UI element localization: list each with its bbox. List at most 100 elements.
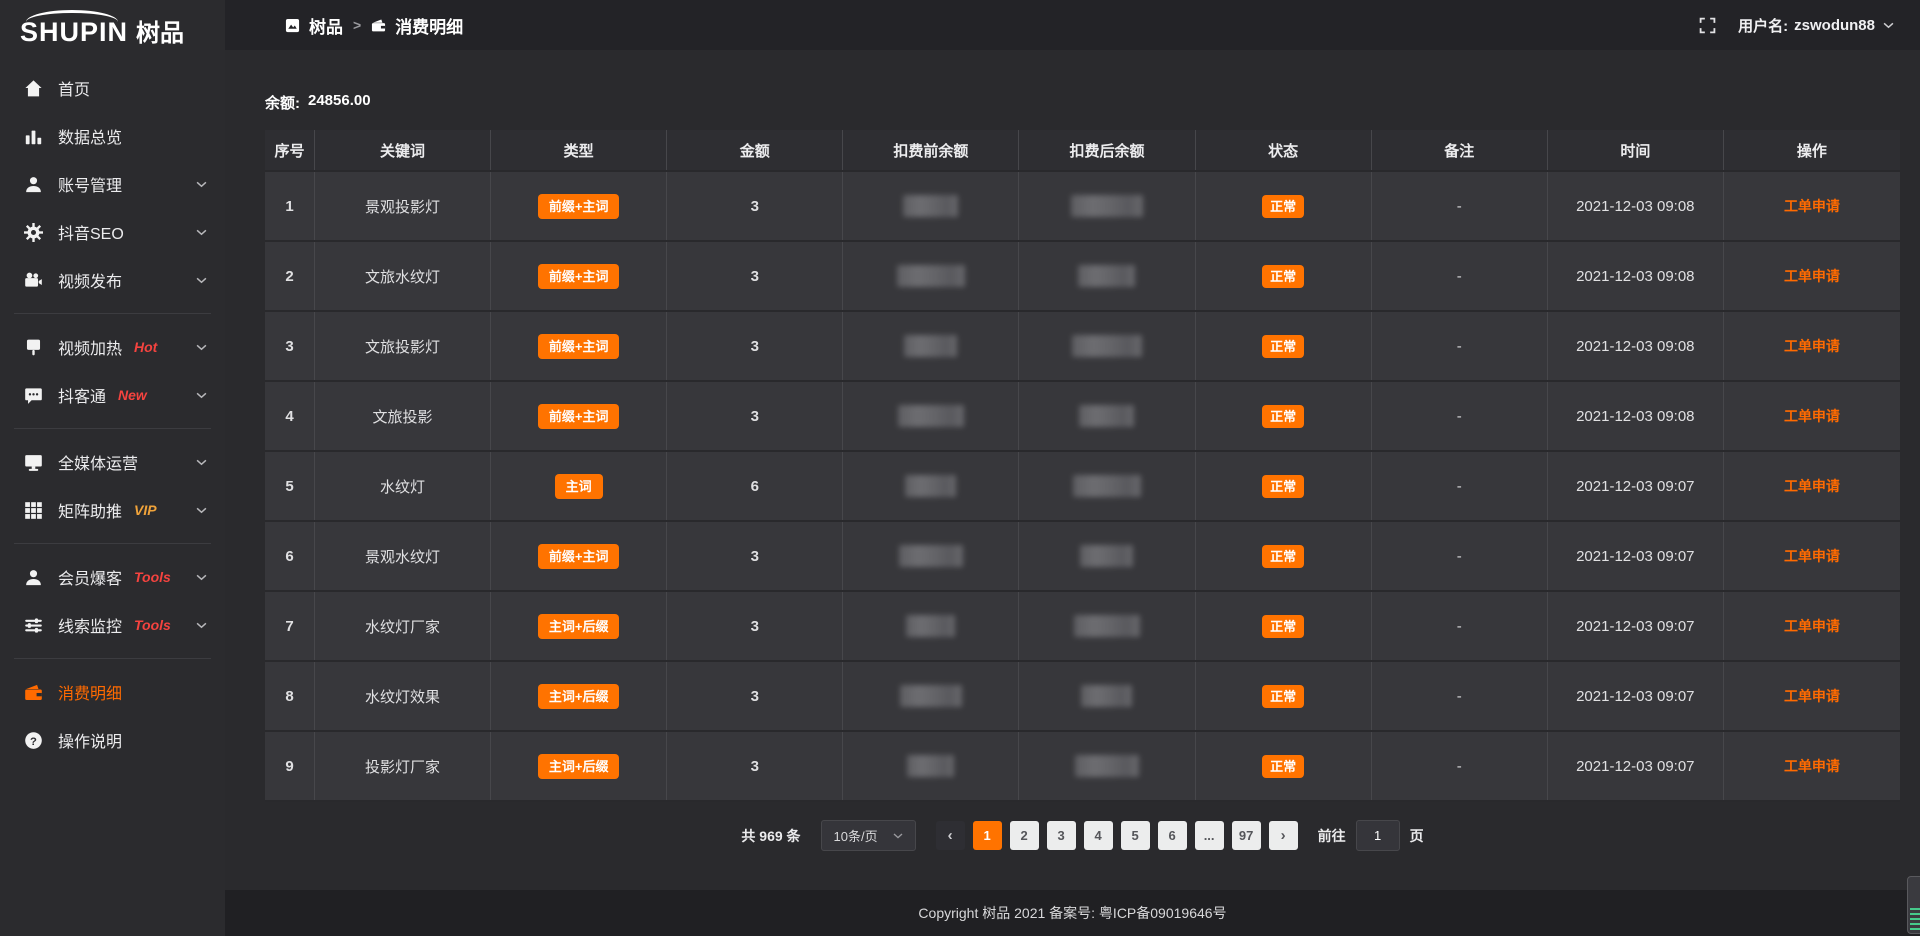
floating-widget[interactable] [1907, 876, 1920, 934]
table-row: 6景观水纹灯前缀+主词3正常-2021-12-03 09:07工单申请 [265, 522, 1900, 592]
column-header: 序号 [265, 130, 315, 170]
cell-keyword: 水纹灯效果 [315, 662, 491, 730]
cell-index: 4 [265, 382, 315, 450]
cell-redacted-balance [843, 452, 1019, 520]
page-button[interactable]: 6 [1158, 821, 1187, 850]
page-button[interactable]: 1 [973, 821, 1002, 850]
sidebar-item[interactable]: 线索监控Tools [0, 601, 225, 649]
redacted-value [1078, 265, 1135, 287]
next-page-button[interactable]: › [1269, 821, 1298, 850]
cell-amount: 3 [667, 312, 843, 380]
ticket-request-link[interactable]: 工单申请 [1784, 336, 1840, 356]
user-menu[interactable]: 用户名: zswodun88 [1738, 15, 1894, 36]
cell-action: 工单申请 [1724, 172, 1900, 240]
redacted-value [1075, 755, 1139, 777]
redacted-value [900, 685, 962, 707]
sidebar-item[interactable]: 全媒体运营 [0, 438, 225, 486]
cell-time: 2021-12-03 09:07 [1548, 452, 1724, 520]
ticket-request-link[interactable]: 工单申请 [1784, 196, 1840, 216]
ticket-request-link[interactable]: 工单申请 [1784, 616, 1840, 636]
chevron-down-icon [893, 833, 903, 839]
cell-type: 主词+后缀 [491, 592, 667, 660]
ticket-request-link[interactable]: 工单申请 [1784, 406, 1840, 426]
sidebar-item-label: 账号管理 [58, 172, 122, 196]
sidebar-item[interactable]: 消费明细 [0, 668, 225, 716]
cell-amount: 3 [667, 522, 843, 590]
cell-keyword: 文旅投影 [315, 382, 491, 450]
column-header: 类型 [491, 130, 667, 170]
table-row: 4文旅投影前缀+主词3正常-2021-12-03 09:08工单申请 [265, 382, 1900, 452]
page-ellipsis-button[interactable]: ... [1195, 821, 1224, 850]
sidebar-item[interactable]: 视频发布 [0, 256, 225, 304]
sidebar-item[interactable]: 数据总览 [0, 112, 225, 160]
goto-page: 前往 页 [1318, 820, 1424, 851]
cell-status: 正常 [1196, 242, 1372, 310]
sidebar-item-badge: VIP [134, 502, 157, 518]
redacted-value [1073, 475, 1141, 497]
breadcrumb-current[interactable]: 消费明细 [371, 13, 463, 38]
ticket-request-link[interactable]: 工单申请 [1784, 266, 1840, 286]
sidebar-item[interactable]: 矩阵助推VIP [0, 486, 225, 534]
redacted-value [1080, 545, 1133, 567]
logo-text-en: SHUPIN [20, 19, 128, 46]
page-size-select[interactable]: 10条/页 [821, 820, 916, 851]
consumption-table: 序号关键词类型金额扣费前余额扣费后余额状态备注时间操作1景观投影灯前缀+主词3正… [265, 130, 1900, 802]
cell-amount: 3 [667, 662, 843, 730]
cell-note: - [1372, 732, 1548, 800]
redacted-value [897, 265, 965, 287]
sidebar-item[interactable]: ?操作说明 [0, 716, 225, 764]
ticket-request-link[interactable]: 工单申请 [1784, 686, 1840, 706]
cell-status: 正常 [1196, 522, 1372, 590]
page-button[interactable]: 5 [1121, 821, 1150, 850]
page-unit-label: 页 [1410, 826, 1424, 846]
question-icon: ? [24, 731, 43, 750]
cell-amount: 3 [667, 382, 843, 450]
sidebar-divider [14, 428, 211, 429]
chevron-down-icon [196, 459, 207, 466]
page-button[interactable]: 97 [1232, 821, 1261, 850]
ticket-request-link[interactable]: 工单申请 [1784, 756, 1840, 776]
cell-time: 2021-12-03 09:07 [1548, 662, 1724, 730]
status-badge: 正常 [1262, 755, 1304, 778]
sidebar-item[interactable]: 抖音SEO [0, 208, 225, 256]
type-badge: 前缀+主词 [538, 334, 620, 359]
chevron-down-icon [196, 344, 207, 351]
cell-amount: 3 [667, 732, 843, 800]
username-label: 用户名: [1738, 15, 1788, 36]
cell-note: - [1372, 312, 1548, 380]
page-button[interactable]: 2 [1010, 821, 1039, 850]
cell-time: 2021-12-03 09:08 [1548, 312, 1724, 380]
sidebar-item[interactable]: 账号管理 [0, 160, 225, 208]
sidebar-item[interactable]: 会员爆客Tools [0, 553, 225, 601]
cell-action: 工单申请 [1724, 312, 1900, 380]
chevron-down-icon [196, 181, 207, 188]
prev-page-button[interactable]: ‹ [936, 821, 965, 850]
chevron-down-icon [196, 507, 207, 514]
cell-type: 前缀+主词 [491, 242, 667, 310]
goto-page-input[interactable] [1356, 820, 1400, 851]
fullscreen-icon[interactable] [1699, 17, 1716, 34]
status-badge: 正常 [1262, 475, 1304, 498]
status-badge: 正常 [1262, 615, 1304, 638]
sidebar-item[interactable]: 抖客通New [0, 371, 225, 419]
widget-bars-icon [1910, 908, 1920, 930]
cell-index: 7 [265, 592, 315, 660]
table-row: 5水纹灯主词6正常-2021-12-03 09:07工单申请 [265, 452, 1900, 522]
cell-time: 2021-12-03 09:07 [1548, 592, 1724, 660]
page-size-value: 10条/页 [834, 826, 878, 845]
ticket-request-link[interactable]: 工单申请 [1784, 476, 1840, 496]
wallet-icon [371, 18, 386, 33]
sidebar-item[interactable]: 视频加热Hot [0, 323, 225, 371]
sidebar-item-label: 数据总览 [58, 124, 122, 148]
type-badge: 主词+后缀 [538, 684, 620, 709]
sidebar-item-label: 视频加热 [58, 335, 122, 359]
page-button[interactable]: 3 [1047, 821, 1076, 850]
page-button[interactable]: 4 [1084, 821, 1113, 850]
cell-time: 2021-12-03 09:08 [1548, 382, 1724, 450]
ticket-request-link[interactable]: 工单申请 [1784, 546, 1840, 566]
breadcrumb-home[interactable]: 树品 [285, 13, 343, 38]
cell-time: 2021-12-03 09:08 [1548, 242, 1724, 310]
monitor-icon [24, 453, 43, 472]
cell-type: 前缀+主词 [491, 522, 667, 590]
sidebar-item[interactable]: 首页 [0, 64, 225, 112]
